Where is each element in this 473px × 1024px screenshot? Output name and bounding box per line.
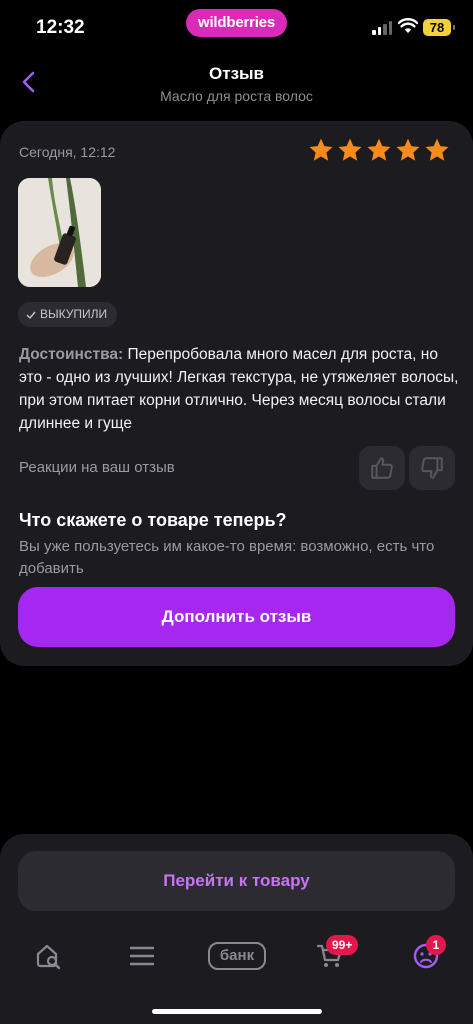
- menu-icon: [129, 946, 155, 966]
- review-text: Достоинства: Перепробовала много масел д…: [19, 343, 459, 435]
- bank-label: банк: [208, 942, 266, 970]
- page-title: Отзыв: [209, 64, 264, 83]
- thumbs-down-icon: [421, 457, 443, 479]
- cart-count-badge: 99+: [326, 935, 359, 955]
- pros-label: Достоинства:: [19, 346, 124, 363]
- page-header: Отзыв Масло для роста волос: [0, 56, 473, 112]
- like-button[interactable]: [359, 446, 405, 490]
- thumbs-up-icon: [371, 457, 393, 479]
- tab-bar: банк 99+ 1: [0, 934, 473, 984]
- battery-indicator: 78: [423, 19, 455, 36]
- reactions-label: Реакции на ваш отзыв: [19, 459, 175, 476]
- review-card: Сегодня, 12:12 ВЫКУПИЛИ Достоинства: Пер…: [0, 121, 473, 666]
- status-time: 12:32: [36, 17, 85, 38]
- dislike-button[interactable]: [409, 446, 455, 490]
- star-icon: [425, 138, 449, 161]
- star-icon: [338, 138, 362, 161]
- star-icon: [367, 138, 391, 161]
- review-date: Сегодня, 12:12: [19, 144, 116, 160]
- status-bar: 12:32 wildberries 78: [0, 0, 473, 56]
- cellular-signal-icon: [372, 21, 392, 35]
- star-rating: [308, 137, 450, 163]
- tab-catalog[interactable]: [120, 934, 164, 978]
- followup-title: Что скажете о товаре теперь?: [19, 510, 287, 530]
- bottom-panel: Перейти к товару банк 99+ 1: [0, 834, 473, 1024]
- home-indicator[interactable]: [152, 1009, 322, 1014]
- star-icon: [309, 138, 333, 161]
- profile-notification-badge: 1: [426, 935, 446, 955]
- brand-logo[interactable]: wildberries: [186, 9, 287, 37]
- go-to-product-button[interactable]: Перейти к товару: [18, 851, 455, 911]
- home-search-icon: [36, 944, 61, 970]
- purchased-badge: ВЫКУПИЛИ: [18, 302, 118, 327]
- followup-text: Вы уже пользуетесь им какое-то время: во…: [19, 538, 435, 577]
- add-to-review-button[interactable]: Дополнить отзыв: [18, 587, 455, 647]
- purchased-badge-label: ВЫКУПИЛИ: [40, 307, 108, 321]
- page-subtitle: Масло для роста волос: [160, 88, 313, 104]
- check-icon: [26, 311, 36, 319]
- review-photo[interactable]: [18, 178, 101, 287]
- wifi-icon: [398, 18, 418, 33]
- star-icon: [396, 138, 420, 161]
- tab-home[interactable]: [26, 934, 70, 978]
- tab-bank[interactable]: банк: [208, 934, 266, 978]
